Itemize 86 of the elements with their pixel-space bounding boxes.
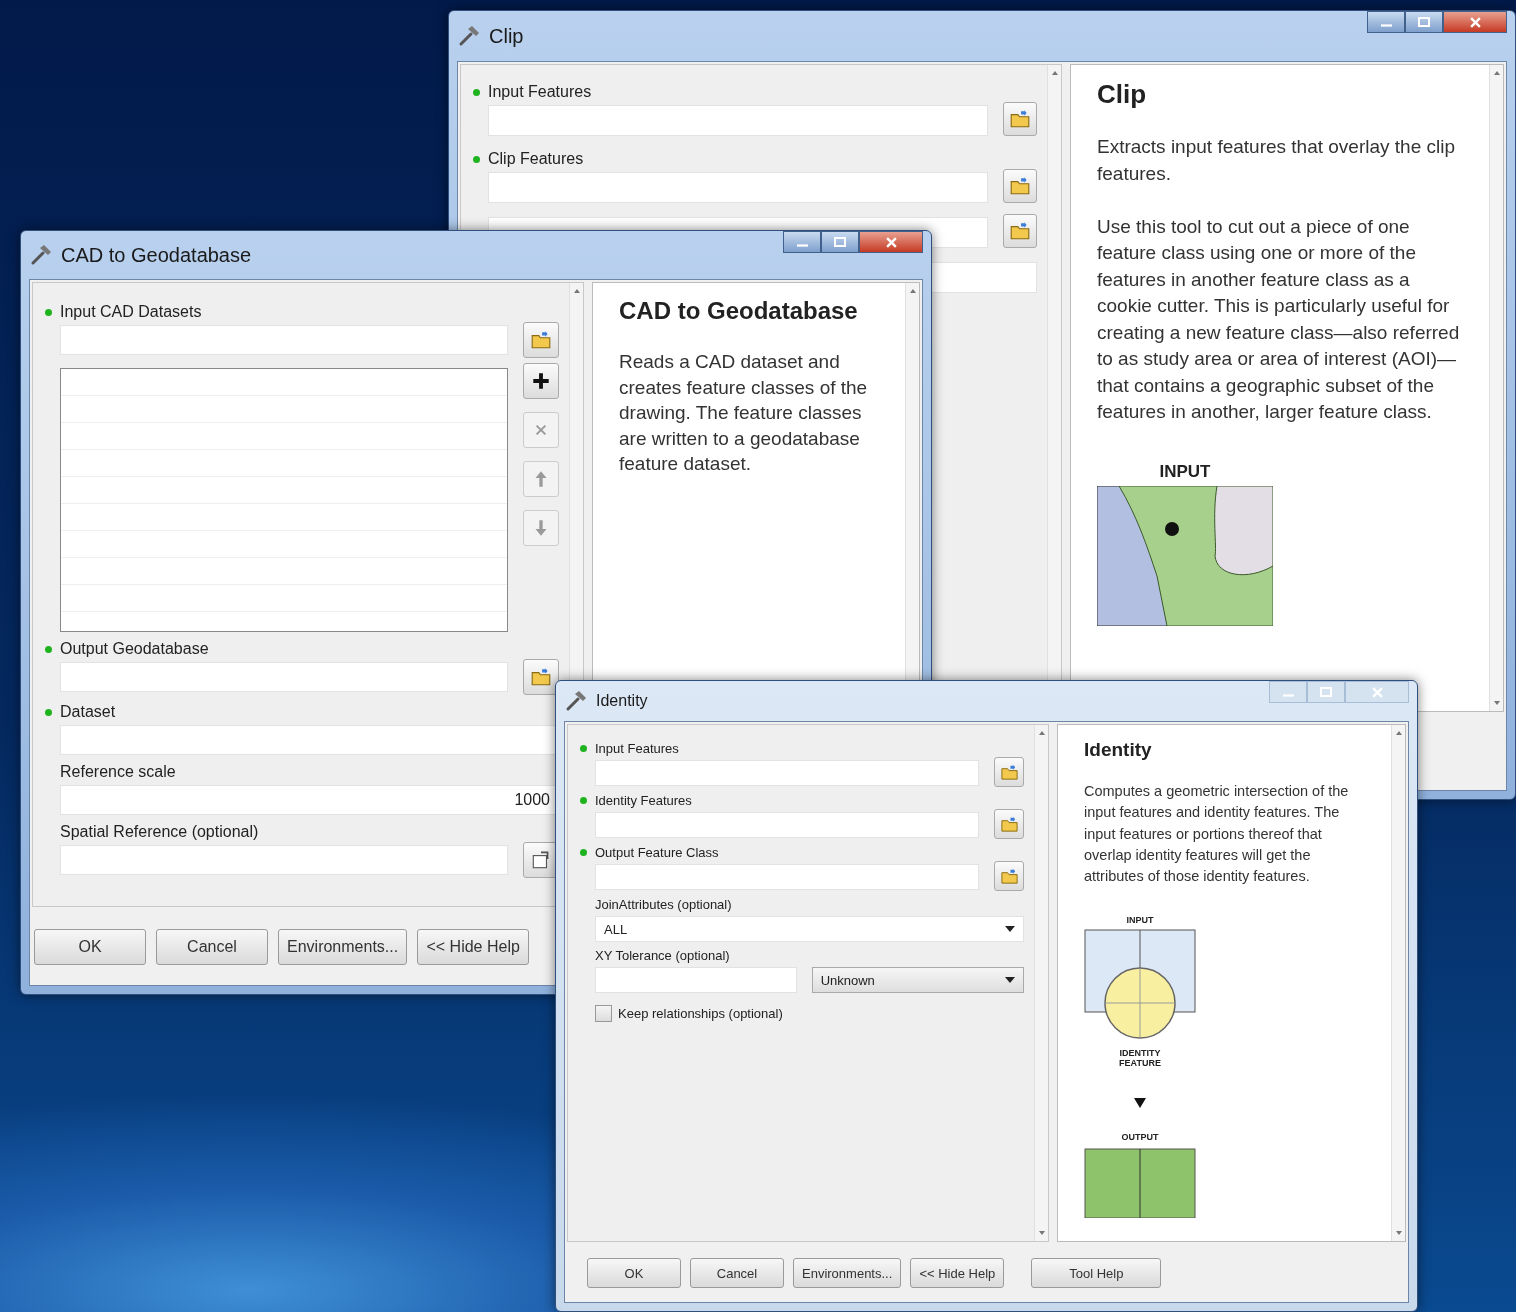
browse-button[interactable] (523, 659, 559, 695)
help-title: Identity (1084, 739, 1153, 761)
help-paragraph: Extracts input features that overlay the clip features. (1097, 135, 1456, 186)
parameter-label: Spatial Reference (optional) (60, 823, 259, 841)
input-field[interactable] (595, 760, 979, 786)
browse-button[interactable] (523, 322, 559, 358)
window-title: CAD to Geodatabase (61, 243, 253, 267)
diagram-label: INPUT (1159, 461, 1211, 482)
hammer-icon (29, 243, 53, 267)
help-title: Clip (1097, 79, 1148, 110)
dropdown[interactable]: Unknown (811, 967, 1024, 993)
maximize-button[interactable] (1405, 11, 1443, 33)
input-field[interactable] (595, 967, 797, 993)
browse-button[interactable] (994, 757, 1024, 787)
checkbox[interactable] (595, 1005, 612, 1022)
diagram-label: IDENTITY FEATURE (1118, 1049, 1162, 1069)
folder-icon (1009, 108, 1031, 130)
browse-button[interactable] (1003, 214, 1037, 248)
folder-icon (530, 666, 552, 688)
folder-icon (530, 329, 552, 351)
browse-button[interactable] (994, 809, 1024, 839)
dialog-button[interactable]: OK (34, 929, 146, 965)
maximize-icon (1320, 687, 1332, 697)
caret-icon (1005, 977, 1015, 983)
help-paragraph: Computes a geometric intersection of the input features and identity features. The input features or portions thereof that overlap identity features will get the attributes of those identity features. (1084, 782, 1350, 887)
minimize-icon (1282, 694, 1294, 697)
input-field[interactable] (595, 864, 979, 890)
dropdown[interactable]: ALL (595, 916, 1024, 942)
browse-button[interactable] (1003, 102, 1037, 136)
folder-icon (999, 762, 1019, 782)
help-paragraph: Reads a CAD dataset and creates feature classes of the drawing. The feature classes are written to a geodatabase feature dataset. (619, 350, 869, 476)
maximize-icon (834, 237, 846, 247)
maximize-icon (1418, 17, 1430, 27)
input-field[interactable] (488, 105, 988, 136)
browse-button[interactable] (1003, 169, 1037, 203)
close-icon (1469, 16, 1481, 28)
parameter-label: Dataset (60, 703, 116, 721)
minimize-icon (796, 244, 808, 247)
window-title: Clip (489, 24, 525, 48)
folder-icon (999, 814, 1019, 834)
diagram-label: INPUT (1126, 915, 1154, 926)
help-paragraph: Use this tool to cut out a piece of one feature class using one or more of the features in another feature class as a cookie cutter. This is particularly useful for creating a new feature class—also referred to as study area or area of interest (AOI)—that contains a geographic subset of the features in another, larger feature class. (1097, 214, 1461, 424)
folder-icon (999, 866, 1019, 886)
list-box[interactable] (60, 368, 508, 632)
add-button[interactable] (523, 363, 559, 399)
scrollbar[interactable] (1489, 65, 1503, 711)
maximize-button[interactable] (821, 231, 859, 253)
scrollbar[interactable] (1034, 725, 1048, 1241)
parameter-label: Reference scale (60, 763, 176, 781)
parameter-label: XY Tolerance (optional) (595, 948, 730, 963)
close-button[interactable] (859, 231, 923, 253)
input-field[interactable] (488, 172, 988, 203)
minimize-button[interactable] (1367, 11, 1405, 33)
dialog-button[interactable]: Environments... (278, 929, 408, 965)
parameter-label: Input CAD Datasets (60, 303, 202, 321)
down-triangle-icon (1134, 1098, 1146, 1109)
close-icon (1371, 686, 1383, 698)
diagram-label: OUTPUT (1121, 1132, 1159, 1143)
close-button[interactable] (1443, 11, 1507, 33)
browse-button[interactable] (994, 861, 1024, 891)
close-icon (885, 236, 897, 248)
hammer-icon (457, 24, 481, 48)
minimize-icon (1380, 24, 1392, 27)
scrollbar[interactable] (1391, 725, 1405, 1241)
parameter-label: Output Feature Class (595, 845, 719, 860)
caret-icon (1005, 926, 1015, 932)
checkbox-label: Keep relationships (optional) (618, 1006, 783, 1021)
parameter-label: Identity Features (595, 793, 692, 808)
input-field[interactable] (595, 812, 979, 838)
dialog-button[interactable]: Cancel (156, 929, 268, 965)
window-title: Identity (596, 692, 649, 710)
folder-icon (1009, 220, 1031, 242)
parameter-label: Input Features (595, 741, 679, 756)
minimize-button[interactable] (783, 231, 821, 253)
input-field[interactable] (60, 662, 508, 692)
folder-icon (1009, 175, 1031, 197)
hammer-icon (564, 689, 588, 713)
parameter-label: Output Geodatabase (60, 640, 209, 658)
input-field[interactable] (60, 845, 508, 875)
parameter-label: Input Features (488, 83, 592, 101)
plus-icon (530, 370, 552, 392)
dialog-button[interactable]: << Hide Help (417, 929, 530, 965)
input-field[interactable] (60, 325, 508, 355)
help-title: CAD to Geodatabase (619, 297, 859, 325)
parameter-label: Clip Features (488, 150, 584, 168)
parameter-label: JoinAttributes (optional) (595, 897, 732, 912)
